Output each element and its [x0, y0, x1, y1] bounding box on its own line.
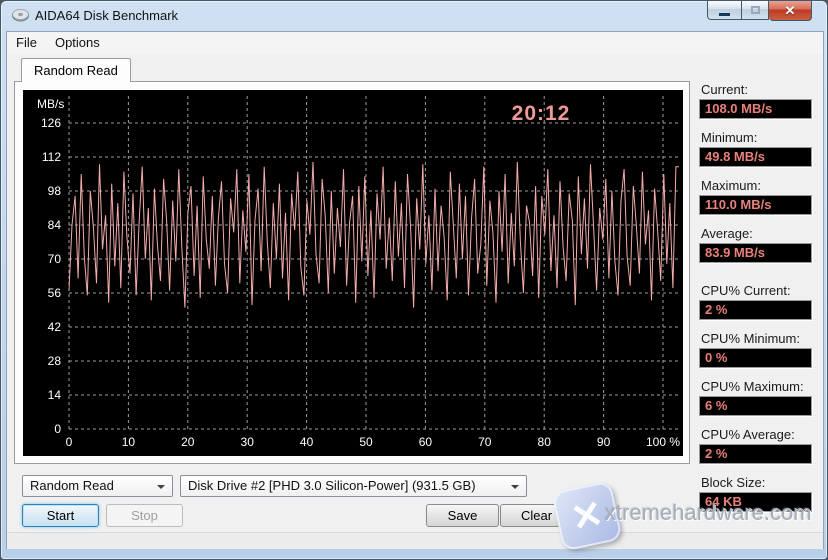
maximize-button[interactable] [742, 1, 769, 20]
stat-label: CPU% Current: [701, 283, 791, 298]
svg-text:0: 0 [54, 422, 61, 436]
drive-select-value: Disk Drive #2 [PHD 3.0 Silicon-Power] (9… [188, 478, 476, 493]
svg-text:42: 42 [48, 320, 62, 334]
stop-button[interactable]: Stop [106, 504, 183, 527]
svg-text:MB/s: MB/s [37, 97, 64, 111]
save-button[interactable]: Save [426, 504, 499, 527]
stat-value: 2 % [699, 300, 812, 320]
benchmark-type-value: Random Read [30, 478, 114, 493]
svg-text:50: 50 [359, 435, 373, 449]
svg-text:112: 112 [42, 150, 61, 164]
tab-page: 0 10 20 30 40 50 60 70 80 90 100 % 14 28 42 56 70 84 98 11… [14, 81, 690, 464]
stat-value: 108.0 MB/s [699, 99, 812, 119]
window-title: AIDA64 Disk Benchmark [35, 8, 179, 23]
menu-options[interactable]: Options [46, 32, 109, 53]
stat-label: Current: [701, 82, 748, 97]
title-bar[interactable]: AIDA64 Disk Benchmark ✕ [1, 1, 827, 31]
svg-text:70: 70 [48, 252, 62, 266]
close-icon: ✕ [784, 2, 796, 18]
stat-label: CPU% Average: [701, 427, 795, 442]
stat-value: 0 % [699, 348, 812, 368]
svg-text:70: 70 [478, 435, 492, 449]
svg-text:80: 80 [538, 435, 552, 449]
svg-text:20: 20 [181, 435, 195, 449]
maximize-icon [750, 6, 760, 14]
stat-value: 110.0 MB/s [699, 195, 812, 215]
clear-button[interactable]: Clear [500, 504, 573, 527]
bottom-strip [7, 533, 823, 549]
elapsed-time: 20:12 [511, 102, 571, 125]
svg-text:40: 40 [300, 435, 314, 449]
stat-label: Block Size: [701, 475, 766, 490]
svg-text:60: 60 [419, 435, 433, 449]
tab-random-read[interactable]: Random Read [21, 58, 131, 82]
chevron-down-icon [157, 485, 165, 489]
stat-label: Minimum: [701, 130, 758, 145]
svg-text:98: 98 [48, 184, 62, 198]
drive-select[interactable]: Disk Drive #2 [PHD 3.0 Silicon-Power] (9… [180, 475, 527, 497]
stat-label: Maximum: [701, 178, 761, 193]
benchmark-chart: 0 10 20 30 40 50 60 70 80 90 100 % 14 28 42 56 70 84 98 11… [23, 90, 683, 456]
svg-text:30: 30 [241, 435, 255, 449]
stat-label: CPU% Minimum: [701, 331, 800, 346]
benchmark-type-select[interactable]: Random Read [22, 475, 173, 497]
app-disk-icon [12, 9, 29, 22]
stat-label: CPU% Maximum: [701, 379, 804, 394]
close-button[interactable]: ✕ [769, 1, 812, 21]
svg-text:56: 56 [48, 286, 62, 300]
svg-text:84: 84 [48, 218, 62, 232]
client-area: File Options Random Read 0 10 20 30 40 50 60 70 8… [6, 31, 824, 549]
app-window: AIDA64 Disk Benchmark ✕ File Options Rand… [0, 0, 828, 560]
minimize-button[interactable] [707, 1, 742, 20]
stat-value: 2 % [699, 444, 812, 464]
stat-label: Average: [701, 226, 753, 241]
chevron-down-icon [511, 485, 519, 489]
stat-value: 83.9 MB/s [699, 243, 812, 263]
minimize-icon [719, 12, 730, 16]
svg-text:100 %: 100 % [646, 435, 680, 449]
stat-value: 49.8 MB/s [699, 147, 812, 167]
menu-file[interactable]: File [7, 32, 46, 53]
stat-value: 6 % [699, 396, 812, 416]
svg-text:0: 0 [66, 435, 73, 449]
start-button[interactable]: Start [22, 504, 99, 527]
svg-text:10: 10 [122, 435, 136, 449]
svg-text:126: 126 [41, 116, 61, 130]
svg-text:90: 90 [597, 435, 611, 449]
benchmark-chart-svg: 0 10 20 30 40 50 60 70 80 90 100 % 14 28 42 56 70 84 98 11… [37, 96, 680, 449]
svg-text:28: 28 [48, 354, 62, 368]
svg-text:14: 14 [48, 388, 62, 402]
stat-value: 64 KB [699, 492, 812, 512]
stats-panel: Current: 108.0 MB/s Minimum: 49.8 MB/s Maxim… [699, 32, 819, 542]
